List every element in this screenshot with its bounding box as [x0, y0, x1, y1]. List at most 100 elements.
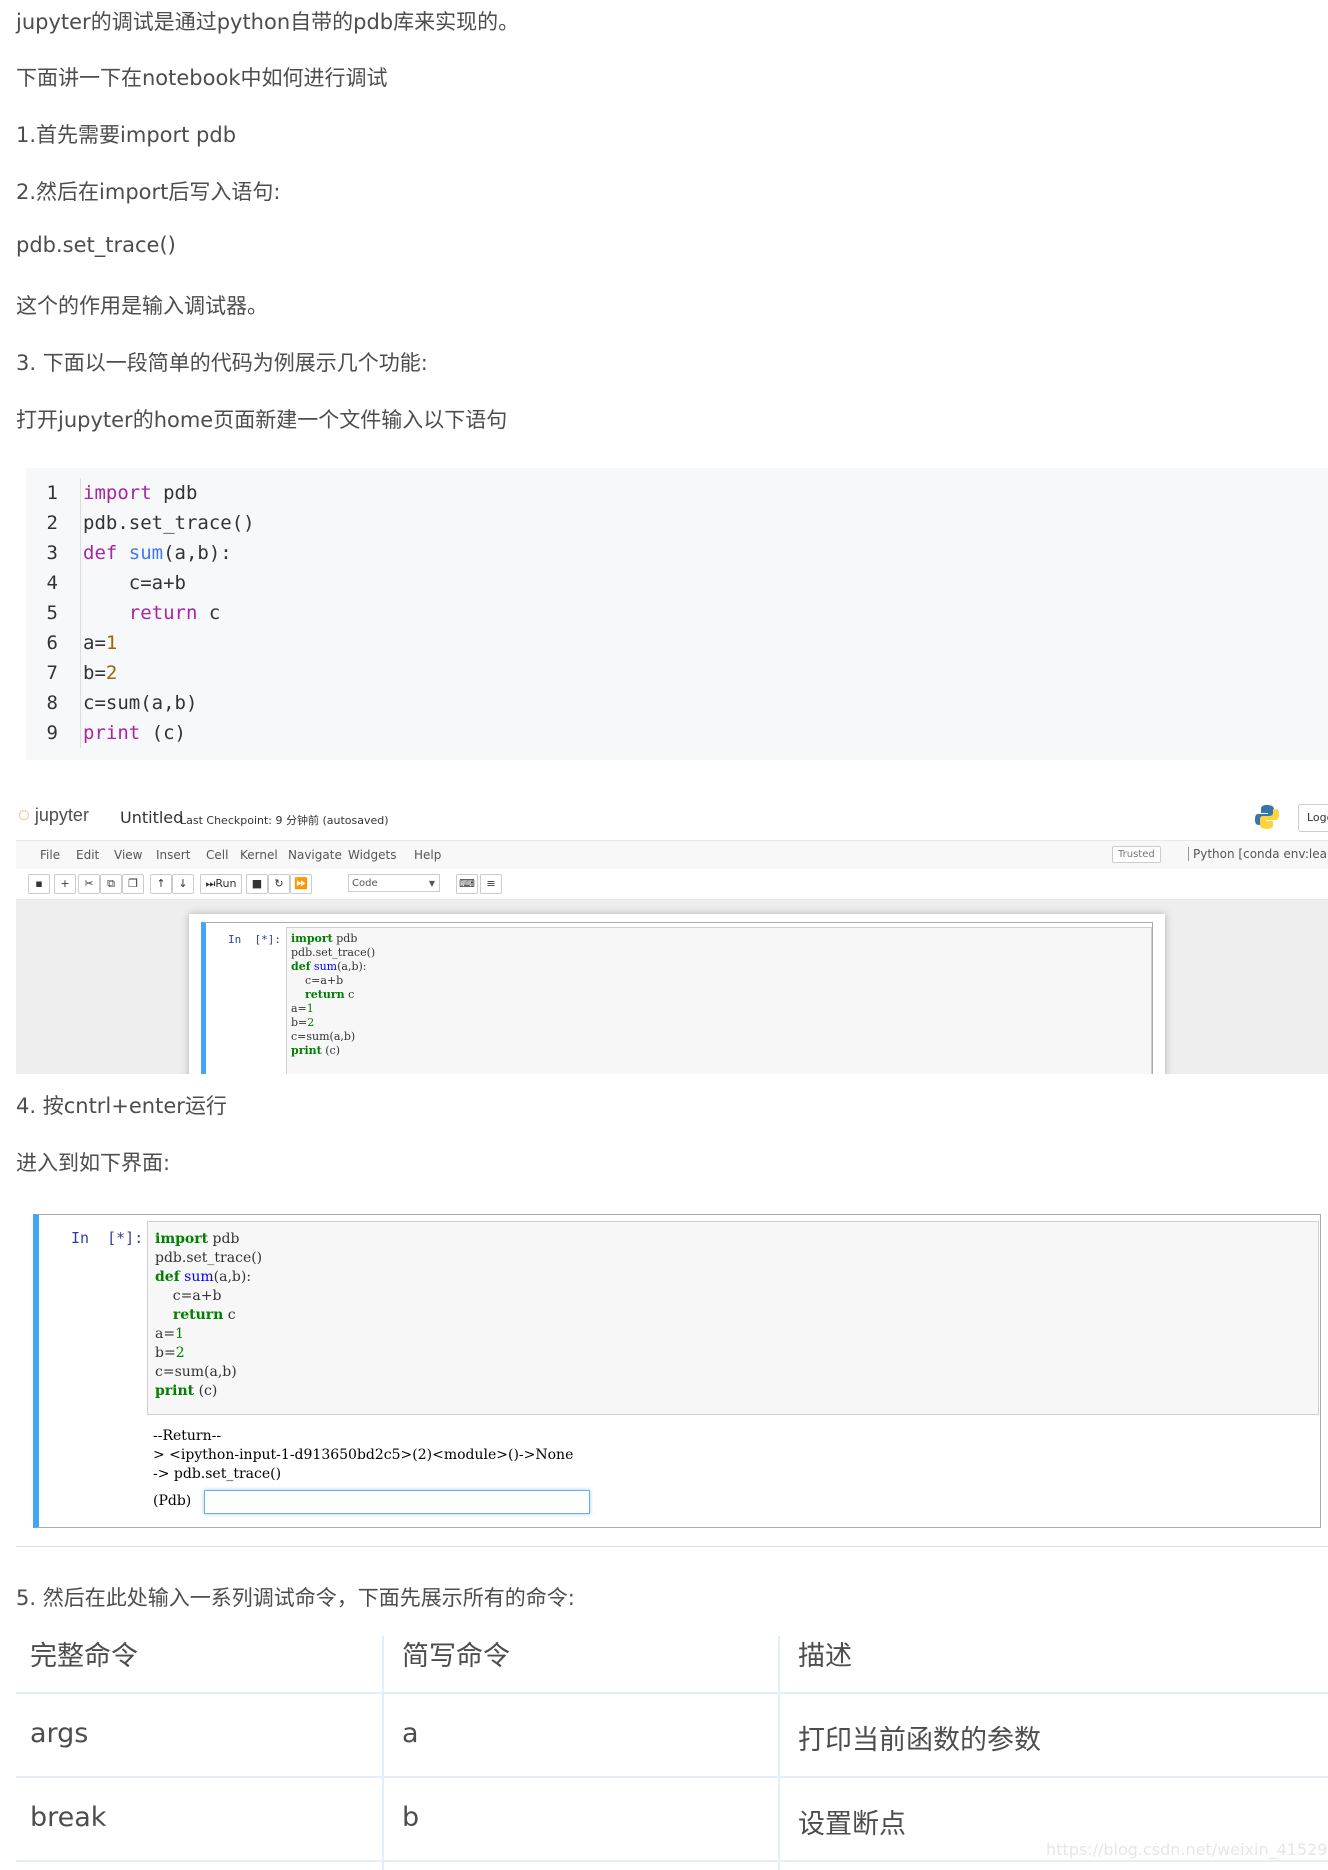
paragraph-open-home: 打开jupyter的home页面新建一个文件输入以下语句: [16, 408, 508, 432]
table-header: 完整命令: [30, 1641, 138, 1672]
move-up-button[interactable]: ↑: [150, 874, 172, 894]
checkpoint-status: Last Checkpoint: 9 分钟前 (autosaved): [180, 814, 389, 827]
cell-code-line: b=2: [291, 1016, 315, 1029]
code-line: 7 b=2: [46, 662, 118, 684]
cell-code-line: b=2: [155, 1345, 185, 1361]
cell-code-line: return c: [305, 988, 355, 1001]
menu-navigate[interactable]: Navigate: [288, 848, 342, 862]
restart-button[interactable]: ↻: [268, 874, 290, 894]
paragraph-step1: 1.首先需要import pdb: [16, 123, 237, 147]
notebook-title[interactable]: Untitled: [120, 808, 183, 827]
jupyter-header: ◌ jupyter Untitled Last Checkpoint: 9 分钟…: [16, 796, 1328, 840]
logout-button[interactable]: Logo: [1298, 804, 1328, 832]
table-header: 描述: [798, 1641, 852, 1672]
code-line: 1 import pdb: [46, 482, 198, 504]
jupyter-ring-icon: ◌: [18, 804, 30, 826]
cell-code-line: def sum(a,b):: [291, 960, 367, 973]
arrow-up-icon: ↑: [156, 877, 166, 890]
cell-code-line: print (c): [155, 1383, 218, 1399]
command-palette-button[interactable]: ⌨: [456, 874, 478, 894]
notebook-page: In [*]: import pdb pdb.set_trace() def s…: [189, 914, 1165, 1074]
fast-forward-icon: ⏩: [294, 877, 308, 890]
paragraph-enter-ui: 进入到如下界面:: [16, 1151, 171, 1175]
table-cell: b: [402, 1802, 420, 1833]
table-divider: [778, 1636, 780, 1870]
code-line: 2 pdb.set_trace(): [46, 512, 255, 534]
cell-code-line: c=a+b: [155, 1288, 222, 1304]
copy-button[interactable]: ⧉: [100, 874, 122, 894]
cell-input[interactable]: import pdb pdb.set_trace() def sum(a,b):…: [286, 927, 1152, 1074]
code-block: 1 import pdb 2 pdb.set_trace() 3 def sum(a,…: [26, 468, 1328, 760]
paragraph-step2: 2.然后在import后写入语句:: [16, 180, 281, 204]
save-icon: ▪: [35, 877, 43, 890]
divider: [16, 1546, 1328, 1547]
cell-code-line: def sum(a,b):: [155, 1269, 252, 1285]
cell-code-line: c=a+b: [291, 974, 344, 987]
python-logo-icon: [1255, 805, 1279, 829]
run-button[interactable]: ⏭Run: [200, 874, 242, 894]
trusted-indicator[interactable]: Trusted: [1112, 846, 1161, 863]
plus-icon: +: [60, 877, 70, 890]
paragraph-step3: 3. 下面以一段简单的代码为例展示几个功能:: [16, 351, 428, 375]
paste-icon: ❐: [128, 877, 138, 890]
cell-code-line: return c: [172, 1307, 236, 1323]
table-divider: [16, 1692, 1328, 1694]
caret-down-icon: ▼: [428, 879, 435, 888]
menu-widgets[interactable]: Widgets: [348, 848, 397, 862]
copy-icon: ⧉: [107, 877, 115, 890]
code-line: 4 c=a+b: [46, 572, 186, 594]
insert-cell-button[interactable]: +: [54, 874, 76, 894]
stop-icon: ■: [251, 877, 263, 890]
cell-toolbar-button[interactable]: ≡: [480, 874, 502, 894]
interrupt-button[interactable]: ■: [246, 874, 268, 894]
cell-prompt: In [*]:: [228, 933, 281, 946]
code-line: 8 c=sum(a,b): [46, 692, 198, 714]
cell-code-line: import pdb: [291, 932, 358, 945]
table-cell: break: [30, 1802, 107, 1833]
menubar: File Edit View Insert Cell Kernel Naviga…: [16, 840, 1328, 870]
running-cell[interactable]: In [*]: import pdb pdb.set_trace() def s…: [33, 1214, 1321, 1528]
menu-kernel[interactable]: Kernel: [240, 848, 278, 862]
restart-run-all-button[interactable]: ⏩: [290, 874, 312, 894]
table-cell: args: [30, 1718, 89, 1749]
save-button[interactable]: ▪: [28, 874, 50, 894]
menu-insert[interactable]: Insert: [156, 848, 190, 862]
table-divider: [16, 1776, 1328, 1778]
cell-code-line: c=sum(a,b): [291, 1030, 356, 1043]
cell-code-line: a=1: [291, 1002, 314, 1015]
cell-prompt: In [*]:: [71, 1229, 144, 1247]
jupyter-screenshot: ◌ jupyter Untitled Last Checkpoint: 9 分钟…: [16, 796, 1328, 1074]
paragraph-step5: 5. 然后在此处输入一系列调试命令，下面先展示所有的命令:: [16, 1586, 575, 1610]
cell-code-line: import pdb: [155, 1231, 240, 1247]
cell-input[interactable]: import pdb pdb.set_trace() def sum(a,b):…: [147, 1221, 1319, 1415]
move-down-button[interactable]: ↓: [172, 874, 194, 894]
menu-cell[interactable]: Cell: [206, 848, 228, 862]
pdb-input[interactable]: [204, 1490, 590, 1514]
paragraph-how: 下面讲一下在notebook中如何进行调试: [16, 66, 388, 90]
paragraph-purpose: 这个的作用是输入调试器。: [16, 294, 268, 318]
step-forward-icon: ⏭: [205, 877, 216, 890]
menu-view[interactable]: View: [114, 848, 142, 862]
paragraph-intro: jupyter的调试是通过python自带的pdb库来实现的。: [16, 10, 520, 34]
cell-code-line: a=1: [155, 1326, 184, 1342]
menu-help[interactable]: Help: [414, 848, 441, 862]
cut-button[interactable]: ✂: [78, 874, 100, 894]
output-line: > <ipython-input-1-d913650bd2c5>(2)<modu…: [153, 1447, 574, 1463]
watermark: https://blog.csdn.net/weixin_41529093: [1046, 1840, 1328, 1859]
table-cell: 设置断点: [798, 1809, 906, 1840]
cell-type-select[interactable]: Code ▼: [348, 874, 440, 892]
output-line: --Return--: [153, 1428, 222, 1444]
paste-button[interactable]: ❐: [122, 874, 144, 894]
cell-code-line: pdb.set_trace(): [155, 1250, 263, 1266]
paragraph-set-trace: pdb.set_trace(): [16, 233, 176, 257]
menu-edit[interactable]: Edit: [76, 848, 99, 862]
menu-file[interactable]: File: [40, 848, 60, 862]
jupyter-logo[interactable]: ◌ jupyter: [18, 804, 89, 827]
table-cell: 打印当前函数的参数: [798, 1725, 1041, 1756]
table-divider: [382, 1636, 384, 1870]
code-cell[interactable]: In [*]: import pdb pdb.set_trace() def s…: [201, 922, 1153, 1074]
scissors-icon: ✂: [84, 877, 94, 890]
list-icon: ≡: [486, 877, 496, 890]
cell-code-line: c=sum(a,b): [155, 1364, 237, 1380]
table-divider: [16, 1860, 1328, 1862]
